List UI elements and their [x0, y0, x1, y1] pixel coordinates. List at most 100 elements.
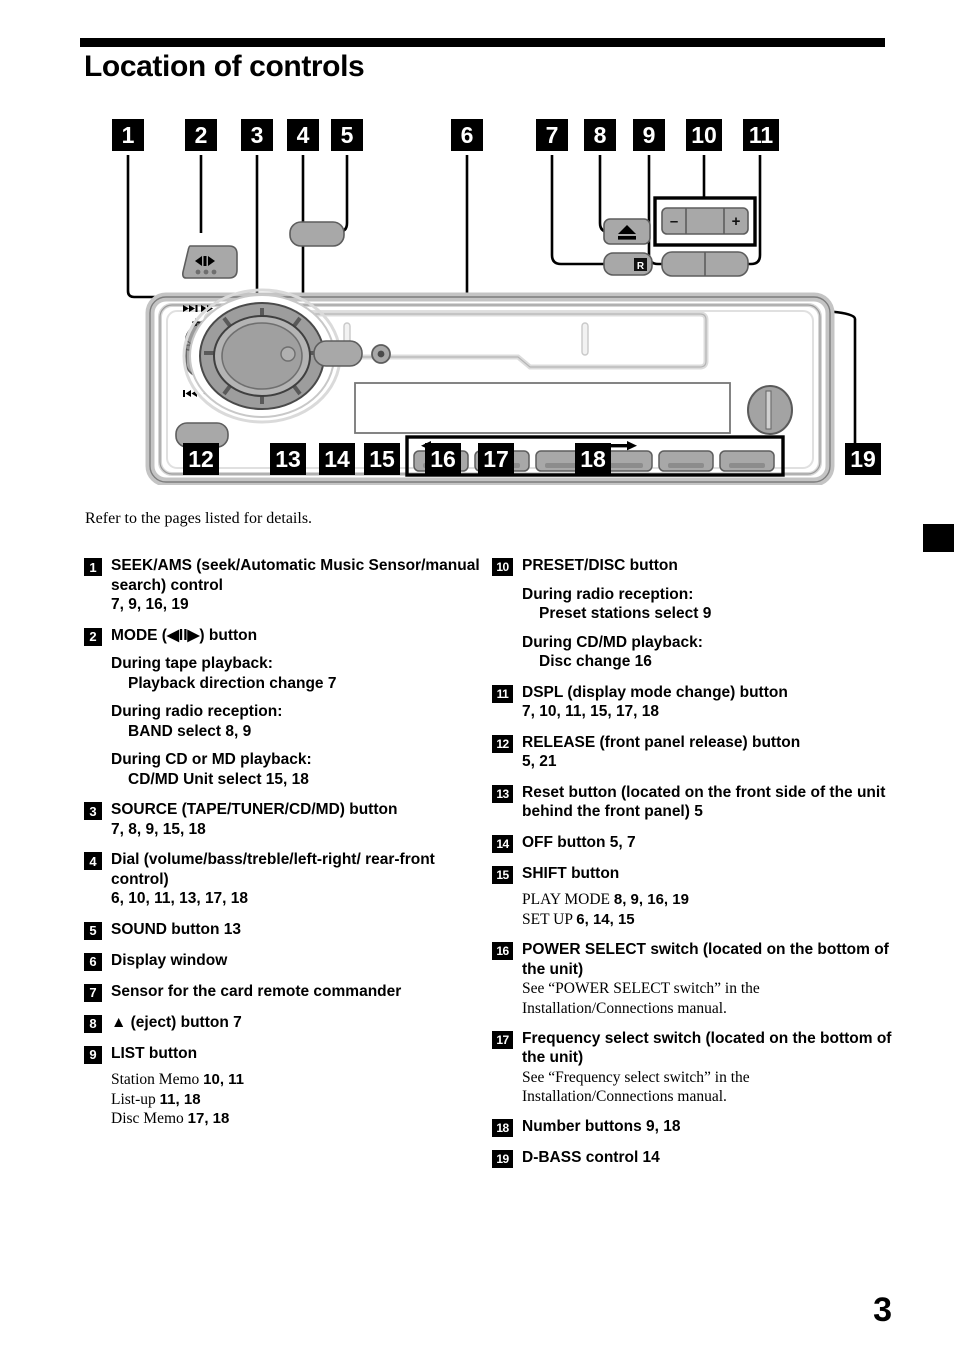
control-title: MODE (◀II▶) button: [111, 626, 258, 644]
control-title: OFF button 5, 7: [522, 833, 636, 851]
control-serif-lines: Station Memo 10, 11 List-up 11, 18 Disc Me…: [111, 1071, 245, 1128]
callout-5: 5: [331, 119, 363, 151]
control-item-15: 15 SHIFT button PLAY MODE 8, 9, 16, 19 SET …: [492, 864, 892, 930]
svg-text:R: R: [637, 261, 645, 272]
control-number-badge: 1: [84, 558, 102, 576]
control-item-14: 14 OFF button 5, 7: [492, 833, 892, 853]
control-item-1: 1 SEEK/AMS (seek/Automatic Music Sensor/m…: [84, 556, 484, 615]
control-title: LIST button: [111, 1044, 198, 1062]
control-item-4: 4 Dial (volume/bass/treble/left-right/ re…: [84, 850, 484, 909]
control-title: Number buttons 9, 18: [522, 1118, 681, 1136]
control-serif-note: See “POWER SELECT switch” in the Install…: [522, 980, 760, 1017]
edge-tab-marker: [923, 524, 954, 552]
control-item-3: 3 SOURCE (TAPE/TUNER/CD/MD) button 7, 8, 9…: [84, 800, 484, 839]
control-item-9: 9 LIST button Station Memo 10, 11 List-up 1…: [84, 1044, 484, 1129]
list-dspl-button[interactable]: [661, 251, 749, 277]
control-title: SOURCE (TAPE/TUNER/CD/MD) button: [111, 801, 398, 819]
control-body: SHIFT button PLAY MODE 8, 9, 16, 19 SET UP…: [522, 864, 892, 930]
control-title: DSPL (display mode change) button: [522, 683, 788, 701]
control-number-badge: 13: [492, 784, 513, 803]
display-window: [354, 382, 731, 434]
control-pages: 7, 8, 9, 15, 18: [111, 820, 206, 838]
control-title: SEEK/AMS (seek/Automatic Music Sensor/ma…: [111, 557, 480, 594]
sound-button[interactable]: [289, 221, 345, 247]
mode-button[interactable]: [182, 245, 238, 279]
control-title: POWER SELECT switch (located on the bott…: [522, 941, 889, 978]
control-title: ▲ (eject) button 7: [111, 1013, 242, 1031]
control-number-badge: 11: [492, 684, 513, 703]
control-number-badge: 15: [492, 865, 513, 884]
remote-sensor: R: [603, 252, 653, 276]
control-body: SOURCE (TAPE/TUNER/CD/MD) button 7, 8, 9,…: [111, 800, 484, 839]
control-pages: 7, 9, 16, 19: [111, 596, 189, 614]
control-title: D-BASS control 14: [522, 1149, 660, 1167]
callout-11: 11: [743, 119, 779, 151]
callout-4: 4: [287, 119, 319, 151]
control-title: Reset button (located on the front side …: [522, 783, 886, 821]
control-title: RELEASE (front panel release) button: [522, 733, 801, 751]
header-rule: [80, 38, 885, 47]
control-body: Number buttons 9, 18: [522, 1117, 892, 1137]
control-number-badge: 2: [84, 627, 102, 646]
control-item-6: 6 Display window: [84, 951, 484, 971]
control-number-badge: 7: [84, 983, 102, 1002]
intro-text: Refer to the pages listed for details.: [85, 510, 313, 527]
control-number-badge: 10: [492, 558, 513, 576]
control-item-19: 19 D-BASS control 14: [492, 1148, 892, 1169]
shift-button[interactable]: [371, 344, 391, 364]
control-serif-note: See “Frequency select switch” in the Ins…: [522, 1068, 750, 1106]
control-item-5: 5 SOUND button 13: [84, 920, 484, 940]
control-detail: During radio reception: BAND select 8, 9: [111, 703, 283, 740]
control-body: Reset button (located on the front side …: [522, 783, 892, 822]
control-body: POWER SELECT switch (located on the bott…: [522, 940, 892, 1017]
control-number-badge: 12: [492, 734, 513, 753]
callout-19: 19: [845, 443, 881, 475]
d-bass-control[interactable]: [747, 385, 793, 435]
control-body: OFF button 5, 7: [522, 833, 892, 853]
control-number-badge: 14: [492, 834, 513, 853]
control-body: D-BASS control 14: [522, 1148, 892, 1168]
callout-7: 7: [536, 119, 568, 151]
callout-18: 18: [575, 443, 611, 475]
control-item-7: 7 Sensor for the card remote commander: [84, 982, 484, 1002]
off-button[interactable]: [313, 340, 363, 367]
control-pages: 6, 10, 11, 13, 17, 18: [111, 890, 249, 908]
control-title: SHIFT button: [522, 864, 620, 882]
control-body: MODE (◀II▶) button During tape playback: P…: [111, 626, 484, 790]
control-title: SOUND button 13: [111, 920, 242, 938]
control-item-11: 11 DSPL (display mode change) button 7, 10…: [492, 683, 892, 722]
svg-text:+: +: [732, 213, 741, 230]
callout-9: 9: [633, 119, 665, 151]
page-number: 3: [873, 1291, 892, 1329]
control-number-badge: 16: [492, 942, 513, 961]
control-number-badge: 17: [492, 1030, 513, 1049]
control-body: SOUND button 13: [111, 920, 484, 940]
control-body: ▲ (eject) button 7: [111, 1013, 484, 1033]
controls-column-right: 10 PRESET/DISC button During radio recepti…: [492, 556, 892, 1179]
control-detail: During CD/MD playback: Disc change 16: [522, 633, 703, 671]
control-number-badge: 9: [84, 1045, 102, 1064]
callout-12: 12: [183, 443, 219, 475]
device-illustration: + –: [126, 155, 857, 485]
control-number-badge: 4: [84, 852, 102, 871]
control-item-8: 8 ▲ (eject) button 7: [84, 1013, 484, 1033]
control-body: PRESET/DISC button During radio reception…: [522, 556, 892, 672]
control-body: LIST button Station Memo 10, 11 List-up 11…: [111, 1044, 484, 1129]
control-pages: 5, 21: [522, 753, 557, 771]
callout-15: 15: [364, 443, 400, 475]
control-body: Display window: [111, 951, 484, 971]
control-item-17: 17 Frequency select switch (located on th…: [492, 1029, 892, 1106]
svg-text:–: –: [670, 213, 678, 230]
control-body: Frequency select switch (located on the …: [522, 1029, 892, 1106]
page-title: Location of controls: [84, 50, 365, 83]
control-body: RELEASE (front panel release) button 5, 2…: [522, 733, 892, 772]
preset-disc-button[interactable]: – +: [653, 196, 757, 247]
controls-column-left: 1 SEEK/AMS (seek/Automatic Music Sensor/m…: [84, 556, 484, 1140]
control-item-18: 18 Number buttons 9, 18: [492, 1117, 892, 1138]
eject-button[interactable]: [603, 218, 651, 245]
control-item-16: 16 POWER SELECT switch (located on the bo…: [492, 940, 892, 1017]
callout-1: 1: [112, 119, 144, 151]
control-item-10: 10 PRESET/DISC button During radio recepti…: [492, 556, 892, 672]
control-number-badge: 18: [492, 1119, 513, 1138]
control-number-badge: 19: [492, 1150, 513, 1169]
